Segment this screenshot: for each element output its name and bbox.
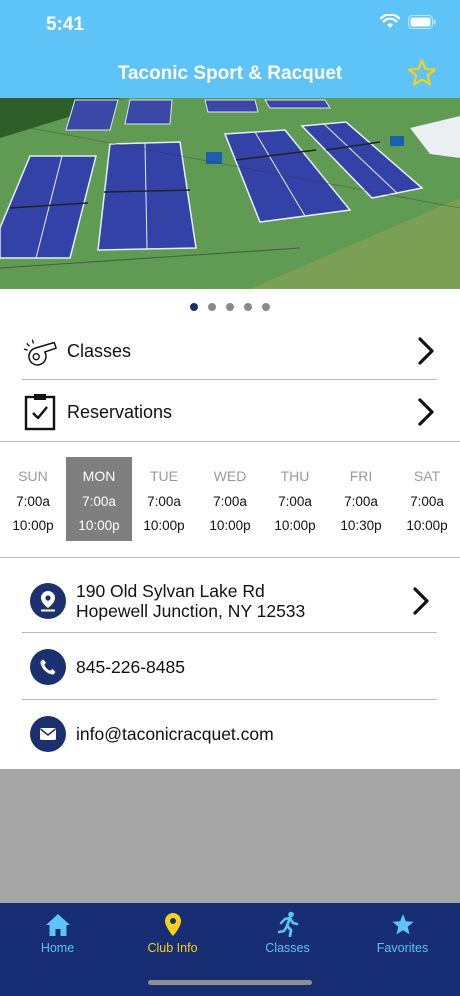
tab-label: Classes xyxy=(265,941,310,955)
status-time: 5:41 xyxy=(46,14,85,35)
phone-row[interactable]: 845-226-8485 xyxy=(30,649,440,685)
clipboard-check-icon xyxy=(22,392,58,432)
address-row[interactable]: 190 Old Sylvan Lake Rd Hopewell Junction… xyxy=(30,579,440,623)
tab-home[interactable]: Home xyxy=(0,911,115,955)
location-pin-icon xyxy=(30,583,66,619)
close-time: 10:00p xyxy=(274,518,316,533)
day-name: TUE xyxy=(150,468,178,484)
tab-classes[interactable]: Classes xyxy=(230,911,345,955)
day-name: MON xyxy=(82,468,116,484)
close-time: 10:30p xyxy=(340,518,382,533)
address-line-2: Hopewell Junction, NY 12533 xyxy=(76,601,306,621)
divider xyxy=(0,557,460,558)
reservations-label: Reservations xyxy=(67,401,173,422)
carousel-dot[interactable] xyxy=(226,303,234,311)
home-icon xyxy=(0,911,115,937)
tab-label: Home xyxy=(40,941,75,955)
carousel-dot[interactable] xyxy=(190,303,198,311)
page-title: Taconic Sport & Racquet xyxy=(117,63,343,84)
carousel-dot[interactable] xyxy=(208,303,216,311)
day-name: WED xyxy=(213,468,247,484)
close-time: 10:00p xyxy=(143,518,185,533)
mail-icon xyxy=(30,716,66,752)
carousel-dot[interactable] xyxy=(262,303,270,311)
open-time: 7:00a xyxy=(344,494,378,509)
hours-day-wed: WED 7:00a 10:00p xyxy=(197,457,263,541)
divider xyxy=(22,699,437,700)
phone-number: 845-226-8485 xyxy=(76,657,185,677)
divider xyxy=(0,441,460,442)
close-time: 10:00p xyxy=(209,518,251,533)
battery-icon xyxy=(408,14,436,29)
star-icon xyxy=(345,911,460,937)
classes-label: Classes xyxy=(67,340,132,361)
hours-day-mon: MON 7:00a 10:00p xyxy=(66,457,132,541)
close-time: 10:00p xyxy=(12,518,54,533)
hours-day-fri: FRI 7:00a 10:30p xyxy=(328,457,394,541)
status-icons xyxy=(380,14,436,29)
email-row[interactable]: info@taconicracquet.com xyxy=(30,716,440,752)
classes-row[interactable]: Classes xyxy=(22,321,437,381)
close-time: 10:00p xyxy=(406,518,448,533)
favorite-star-icon[interactable] xyxy=(407,58,437,88)
address-line-1: 190 Old Sylvan Lake Rd xyxy=(76,581,265,601)
tab-label: Favorites xyxy=(376,941,429,955)
wifi-icon xyxy=(380,14,400,28)
chevron-right-icon xyxy=(413,587,429,615)
tab-favorites[interactable]: Favorites xyxy=(345,911,460,955)
day-name: THU xyxy=(280,468,310,484)
open-time: 7:00a xyxy=(213,494,247,509)
hours-day-sun: SUN 7:00a 10:00p xyxy=(0,457,66,541)
email-address: info@taconicracquet.com xyxy=(76,724,274,744)
carousel-page-indicator[interactable] xyxy=(0,303,460,311)
chevron-right-icon xyxy=(418,398,434,426)
hours-day-tue: TUE 7:00a 10:00p xyxy=(131,457,197,541)
reservations-row[interactable]: Reservations xyxy=(22,382,437,442)
home-indicator[interactable] xyxy=(148,980,312,985)
tennis-courts-image xyxy=(0,98,460,289)
open-time: 7:00a xyxy=(278,494,312,509)
day-name: SUN xyxy=(18,468,48,484)
carousel-dot[interactable] xyxy=(244,303,252,311)
hours-day-thu: THU 7:00a 10:00p xyxy=(262,457,328,541)
close-time: 10:00p xyxy=(78,518,120,533)
tab-club-info[interactable]: Club Info xyxy=(115,911,230,955)
open-time: 7:00a xyxy=(82,494,116,509)
club-info-panel: Classes Reservations SUN 7:00a 10:00p MON 7:… xyxy=(0,289,460,769)
hours-table: SUN 7:00a 10:00p MON 7:00a 10:00p TUE 7:00a 10:0… xyxy=(0,457,460,541)
hours-day-sat: SAT 7:00a 10:00p xyxy=(394,457,460,541)
phone-icon xyxy=(30,649,66,685)
open-time: 7:00a xyxy=(147,494,181,509)
runner-icon xyxy=(230,911,345,937)
open-time: 7:00a xyxy=(410,494,444,509)
header-bar: 5:41 Taconic Sport & Racquet xyxy=(0,0,460,98)
open-time: 7:00a xyxy=(16,494,50,509)
chevron-right-icon xyxy=(418,337,434,365)
tab-label: Club Info xyxy=(147,941,198,955)
day-name: FRI xyxy=(349,468,373,484)
whistle-icon xyxy=(22,331,58,371)
club-photo[interactable] xyxy=(0,98,460,289)
divider xyxy=(22,632,437,633)
day-name: SAT xyxy=(413,468,441,484)
divider xyxy=(22,379,437,380)
location-pin-icon xyxy=(115,911,230,937)
